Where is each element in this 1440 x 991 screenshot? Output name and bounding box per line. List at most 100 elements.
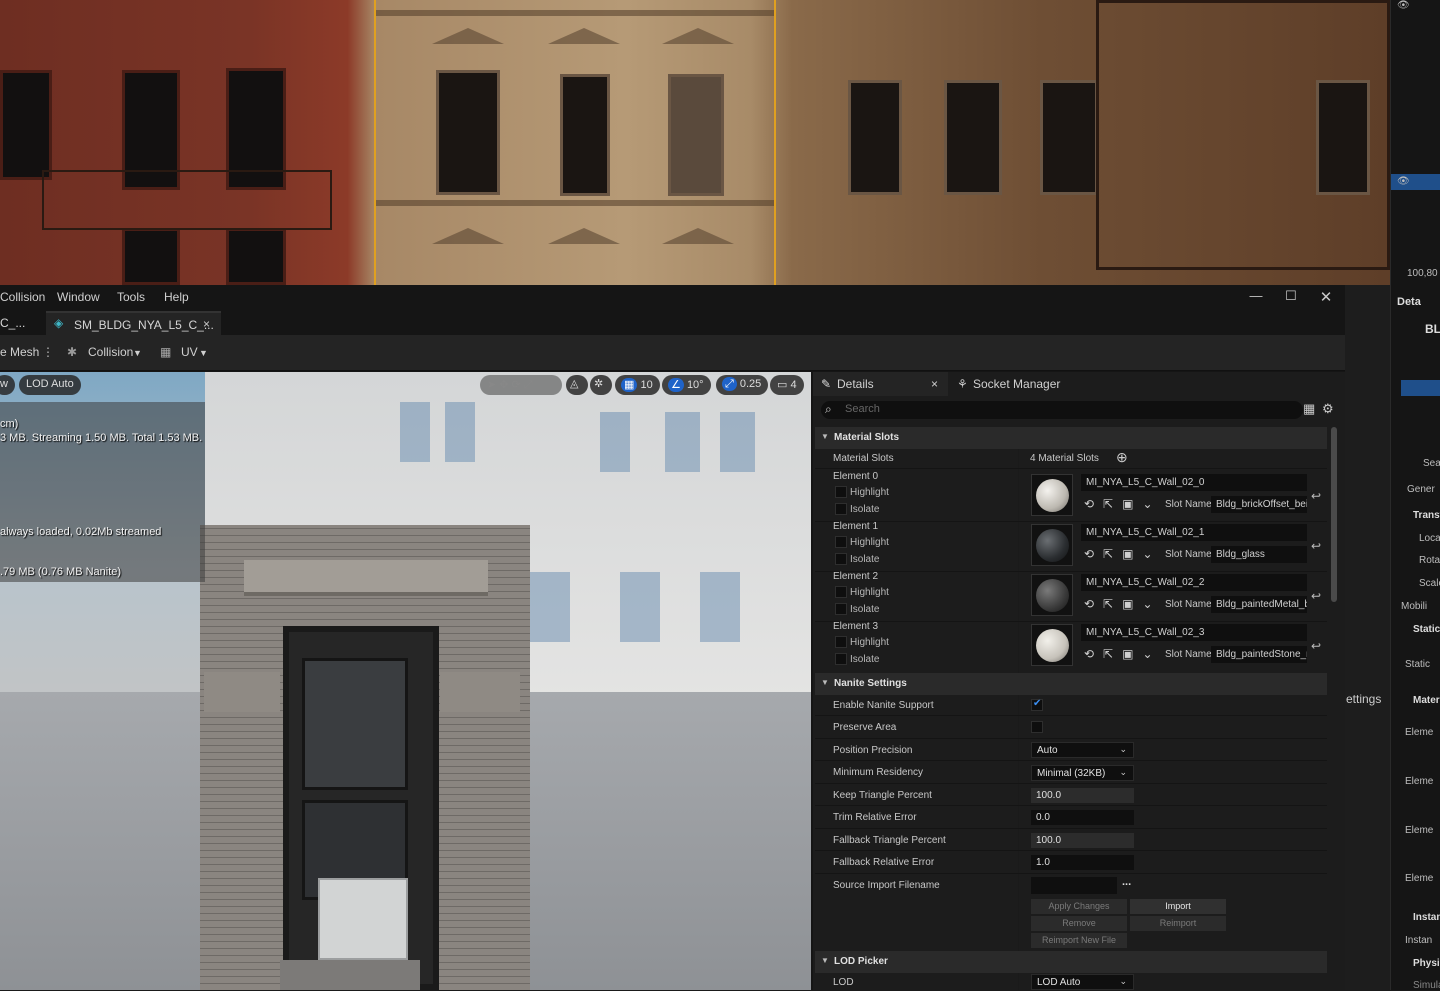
mesh-viewport[interactable]: cm) 3 MB. Streaming 1.50 MB. Total 1.53 … [0,372,811,990]
keep-triangle-field[interactable]: 100.0 [1031,788,1134,803]
fallback-triangle-field[interactable]: 100.0 [1031,833,1134,848]
more-options-icon[interactable]: ⋮ [42,345,54,359]
chevron-down-icon: ⌄ [1119,976,1127,986]
reset-icon[interactable]: ↩ [1311,639,1321,653]
material-action-icons[interactable]: ⟲⇱▣⌄ [1084,547,1162,561]
section-transform[interactable]: Transf [1413,510,1440,521]
highlight-checkbox[interactable] [835,636,847,648]
highlight-checkbox[interactable] [835,586,847,598]
apply-changes-button[interactable]: Apply Changes [1031,899,1127,914]
material-thumbnail[interactable] [1031,574,1073,616]
close-window-button[interactable]: ✕ [1314,288,1338,306]
eye-icon[interactable]: 👁 [1397,0,1410,11]
prop-rotation[interactable]: Rota [1419,555,1440,566]
menu-tools[interactable]: Tools [117,290,145,304]
section-material-slots[interactable]: Material Slots [815,427,1327,449]
highlight-checkbox[interactable] [835,536,847,548]
tab-close-icon[interactable]: × [927,372,938,396]
world-local-icon[interactable]: ✲ [590,375,612,395]
column-divider[interactable] [1018,429,1019,990]
material-action-icons[interactable]: ⟲⇱▣⌄ [1084,497,1162,511]
transform-tools[interactable]: ➤ ✥ ⟳ ⤢ [480,375,562,395]
details-tab[interactable]: ✎ Details × [813,372,948,396]
min-residency-dropdown[interactable]: Minimal (32KB) ⌄ [1031,765,1134,781]
material-thumbnail[interactable] [1031,474,1073,516]
lod-dropdown[interactable]: LOD Auto ⌄ [1031,974,1134,990]
tab-close-icon[interactable]: × [203,317,210,331]
details-tab-label[interactable]: Deta [1397,296,1421,308]
table-view-icon[interactable]: ▦ [1303,401,1315,417]
preserve-area-checkbox[interactable] [1031,721,1043,733]
stat-line: 3 MB. Streaming 1.50 MB. Total 1.53 MB. [0,432,203,444]
minimize-button[interactable]: — [1244,288,1268,306]
section-lod-picker[interactable]: LOD Picker [815,951,1327,973]
import-button[interactable]: Import [1130,899,1226,914]
eye-icon[interactable]: 👁 [1397,176,1410,187]
material-picker[interactable]: MI_NYA_L5_C_Wall_02_2 [1081,574,1307,591]
material-thumbnail[interactable] [1031,524,1073,566]
grid-snap-toggle[interactable]: ▦ 10 [615,375,660,395]
isolate-checkbox[interactable] [835,503,847,515]
material-thumbnail[interactable] [1031,624,1073,666]
details-scrollbar[interactable] [1331,427,1337,602]
prop-location[interactable]: Loca [1419,533,1440,544]
section-materials[interactable]: Materi [1413,695,1440,706]
fallback-error-field[interactable]: 1.0 [1031,855,1134,870]
details-search[interactable]: Sea [1423,458,1440,469]
section-instanced[interactable]: Instan [1413,912,1440,923]
slot-name-field[interactable]: Bldg_glass [1211,546,1307,563]
toolbar-mesh-button[interactable]: e Mesh [0,345,39,359]
details-search-input[interactable]: ⌕ Search [821,401,1303,419]
material-action-icons[interactable]: ⟲⇱▣⌄ [1084,597,1162,611]
enable-nanite-checkbox[interactable] [1031,698,1043,711]
isolate-checkbox[interactable] [835,653,847,665]
reset-icon[interactable]: ↩ [1311,589,1321,603]
toolbar-uv-button[interactable]: UV [181,345,198,359]
level-viewport[interactable] [0,0,1390,285]
material-picker[interactable]: MI_NYA_L5_C_Wall_02_1 [1081,524,1307,541]
chevron-down-icon[interactable]: ▼ [133,348,142,358]
isolate-checkbox[interactable] [835,603,847,615]
tab-previous-asset[interactable]: C_... [0,311,44,335]
tab-active-asset[interactable]: ◈ SM_BLDG_NYA_L5_C_... × [46,311,221,335]
surface-snap-icon[interactable]: ◬ [566,375,588,395]
scale-snap-toggle[interactable]: ⤢ 0.25 [716,375,769,395]
source-import-field[interactable] [1031,877,1117,894]
material-picker[interactable]: MI_NYA_L5_C_Wall_02_3 [1081,624,1307,641]
position-precision-dropdown[interactable]: Auto ⌄ [1031,742,1134,758]
menu-collision[interactable]: Collision [0,290,45,304]
air-conditioner [318,878,408,960]
menu-help[interactable]: Help [164,290,189,304]
maximize-button[interactable]: ☐ [1279,288,1303,306]
section-static-mesh[interactable]: Static [1413,624,1440,635]
add-slot-icon[interactable]: ⊕ [1116,449,1128,466]
section-nanite-settings[interactable]: Nanite Settings [815,673,1327,695]
reimport-button[interactable]: Reimport [1130,916,1226,931]
isolate-checkbox[interactable] [835,553,847,565]
highlight-checkbox[interactable] [835,486,847,498]
reset-icon[interactable]: ↩ [1311,539,1321,553]
reset-icon[interactable]: ↩ [1311,489,1321,503]
reimport-new-file-button[interactable]: Reimport New File [1031,933,1127,948]
tab-general[interactable]: Gener [1407,484,1435,495]
slot-name-field[interactable]: Bldg_paintedStone_rec [1211,646,1307,663]
section-physics[interactable]: Physic [1413,958,1440,969]
browse-button[interactable]: ... [1122,876,1131,888]
remove-button[interactable]: Remove [1031,916,1127,931]
prop-scale[interactable]: Scale [1419,578,1440,589]
chevron-down-icon[interactable]: ▼ [199,348,208,358]
highlight-label: Highlight [850,537,889,548]
gear-icon[interactable]: ⚙ [1322,401,1334,417]
material-picker[interactable]: MI_NYA_L5_C_Wall_02_0 [1081,474,1307,491]
component-selected-row[interactable] [1401,380,1440,396]
camera-speed-toggle[interactable]: ▭ 4 [770,375,804,395]
menu-window[interactable]: Window [57,290,100,304]
material-action-icons[interactable]: ⟲⇱▣⌄ [1084,647,1162,661]
rotation-snap-toggle[interactable]: ∠ 10° [662,375,711,395]
slot-name-field[interactable]: Bldg_paintedMetal_bla [1211,596,1307,613]
socket-manager-tab[interactable]: Socket Manager [969,372,1060,396]
trim-error-field[interactable]: 0.0 [1031,810,1134,825]
slot-name-field[interactable]: Bldg_brickOffset_beige [1211,496,1307,513]
toolbar-collision-button[interactable]: Collision [88,345,133,359]
lod-auto-button[interactable]: LOD Auto [19,375,81,395]
